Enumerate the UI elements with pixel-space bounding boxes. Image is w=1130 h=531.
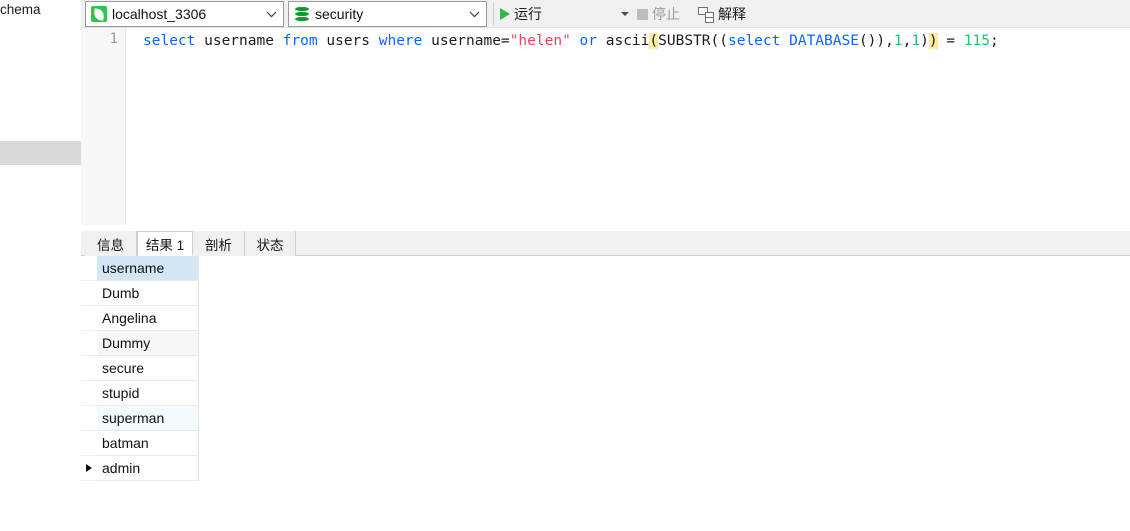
connection-select[interactable]: localhost_3306 [85, 1, 284, 27]
explain-plan-icon [698, 7, 714, 23]
table-row[interactable]: Angelina [81, 306, 1130, 331]
sql-token-21: = [937, 33, 964, 49]
sql-token-7 [571, 33, 580, 49]
current-row-arrow-icon [86, 464, 92, 472]
sql-token-14: DATABASE [789, 33, 859, 49]
table-row[interactable]: Dummy [81, 331, 1130, 356]
editor-toolbar: localhost_3306 security 运行 停止 解释 [81, 0, 1130, 28]
sql-code-line[interactable]: select username from users where usernam… [143, 31, 999, 51]
row-grip[interactable] [81, 306, 97, 331]
database-select[interactable]: security [288, 1, 487, 27]
table-row[interactable]: stupid [81, 381, 1130, 406]
column-header-0[interactable]: username [97, 256, 199, 281]
sql-token-12: select [727, 33, 781, 49]
sql-token-16: 1 [893, 33, 903, 49]
sql-token-5: username= [422, 33, 510, 49]
tabstrip-filler [296, 231, 1130, 255]
tab-status-label: 状态 [256, 237, 284, 253]
connection-leaf-icon [91, 6, 107, 22]
sql-token-18: 1 [911, 33, 921, 49]
sql-token-23: ; [989, 33, 999, 49]
table-row[interactable]: secure [81, 356, 1130, 381]
sql-token-0: select [143, 33, 196, 49]
table-row[interactable]: Dumb [81, 281, 1130, 306]
tab-profile-label: 剖析 [205, 237, 232, 253]
cell-username[interactable]: superman [97, 406, 199, 431]
cell-username[interactable]: Dummy [97, 331, 199, 356]
cell-username[interactable]: Dumb [97, 281, 199, 306]
tab-info[interactable]: 信息 [85, 231, 137, 256]
sql-token-3: users [317, 33, 379, 49]
database-select-value: security [315, 6, 364, 22]
explain-button-label: 解释 [718, 6, 746, 22]
database-icon [294, 6, 310, 22]
sql-token-22: 115 [963, 33, 990, 49]
tab-info-label: 信息 [97, 237, 124, 253]
explain-button[interactable]: 解释 [698, 3, 746, 25]
table-row[interactable]: admin [81, 456, 1130, 481]
sql-token-20: ) [928, 33, 938, 49]
sql-token-19: ) [920, 33, 929, 49]
row-grip[interactable] [81, 381, 97, 406]
cell-username[interactable]: batman [97, 431, 199, 456]
sql-token-15: ()), [858, 33, 894, 49]
play-icon [500, 8, 510, 20]
cell-username[interactable]: Angelina [97, 306, 199, 331]
run-dropdown-button[interactable] [621, 3, 629, 25]
row-grip[interactable] [81, 356, 97, 381]
chevron-down-icon [263, 11, 279, 18]
sql-token-1: username [195, 33, 283, 49]
cell-username[interactable]: stupid [97, 381, 199, 406]
sql-token-11: SUBSTR(( [658, 33, 728, 49]
sql-token-9: ascii [597, 33, 650, 49]
tab-result-1-label: 结果 1 [145, 237, 185, 253]
sql-token-6: "helen" [509, 33, 571, 49]
tab-result-1[interactable]: 结果 1 [137, 231, 193, 256]
cell-username[interactable]: secure [97, 356, 199, 381]
run-button[interactable]: 运行 [500, 3, 542, 25]
chevron-down-icon [466, 11, 482, 18]
sql-token-2: from [282, 33, 318, 49]
cell-username[interactable]: admin [97, 456, 199, 481]
result-tabstrip: 信息 结果 1 剖析 状态 [81, 231, 1130, 256]
sql-token-10: ( [649, 33, 659, 49]
row-grip[interactable] [81, 281, 97, 306]
sql-editor[interactable]: 1 select username from users where usern… [81, 28, 1130, 225]
stop-square-icon [637, 8, 648, 20]
row-grip[interactable] [81, 431, 97, 456]
toolbar-separator [493, 3, 494, 25]
navigator-truncated-label: chema [0, 2, 41, 17]
result-pane: 信息 结果 1 剖析 状态 username Dumb Angelina Dummy s… [81, 225, 1130, 531]
result-grid[interactable]: username Dumb Angelina Dummy secure stupid sup… [81, 256, 1130, 531]
sql-token-8: or [579, 33, 598, 49]
grid-header-row: username [81, 256, 1130, 281]
row-grip[interactable] [81, 331, 97, 356]
caret-down-icon [621, 12, 629, 16]
row-grip[interactable] [81, 456, 97, 481]
line-number-1: 1 [109, 31, 118, 47]
sql-token-4: where [378, 33, 423, 49]
connection-select-value: localhost_3306 [112, 6, 207, 22]
table-row[interactable]: batman [81, 431, 1130, 456]
line-number-gutter: 1 [81, 28, 126, 225]
stop-button: 停止 [637, 3, 680, 25]
run-button-label: 运行 [514, 6, 542, 22]
sql-token-13 [780, 33, 789, 49]
navigator-selected-row[interactable] [0, 141, 81, 165]
row-grip[interactable] [81, 406, 97, 431]
table-row[interactable]: superman [81, 406, 1130, 431]
tab-status[interactable]: 状态 [245, 231, 296, 256]
grid-header-grip [81, 256, 97, 281]
tab-profile[interactable]: 剖析 [193, 231, 245, 256]
navigator-panel: chema [0, 0, 81, 531]
stop-button-label: 停止 [652, 6, 680, 22]
